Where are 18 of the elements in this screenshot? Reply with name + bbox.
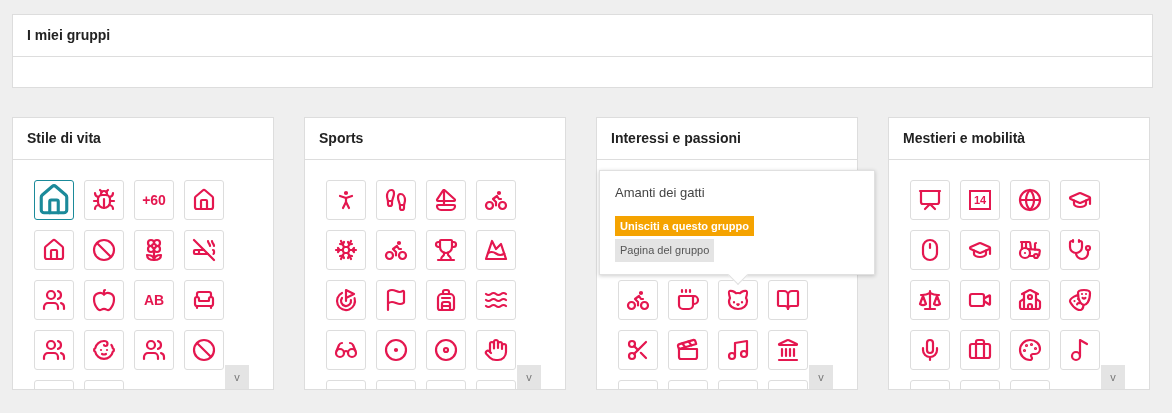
group-tile[interactable]: +60 <box>134 180 174 220</box>
tile-label: AB <box>143 290 165 310</box>
scroll-down-button[interactable]: v <box>225 365 249 389</box>
tile-label: +60 <box>142 190 166 210</box>
group-page-button[interactable]: Pagina del gruppo <box>615 239 715 262</box>
panel-title: Mestieri e mobilità <box>903 129 1026 148</box>
group-tile[interactable]: AB <box>134 280 174 320</box>
calendar-label: 14 <box>968 190 992 210</box>
scroll-down-button[interactable]: v <box>1101 365 1125 389</box>
panel-title: Stile di vita <box>27 129 101 148</box>
panel-title: Interessi e passioni <box>611 129 741 148</box>
join-button[interactable]: Unisciti a questo gruppo <box>615 215 754 236</box>
scroll-down-button[interactable]: v <box>809 365 833 389</box>
popup-title: Amanti dei gatti <box>615 184 706 202</box>
card-title: I miei gruppi <box>27 26 111 45</box>
scroll-down-button[interactable]: v <box>517 365 541 389</box>
panel-title: Sports <box>319 129 364 148</box>
group-tile[interactable]: 14 <box>960 180 1000 220</box>
